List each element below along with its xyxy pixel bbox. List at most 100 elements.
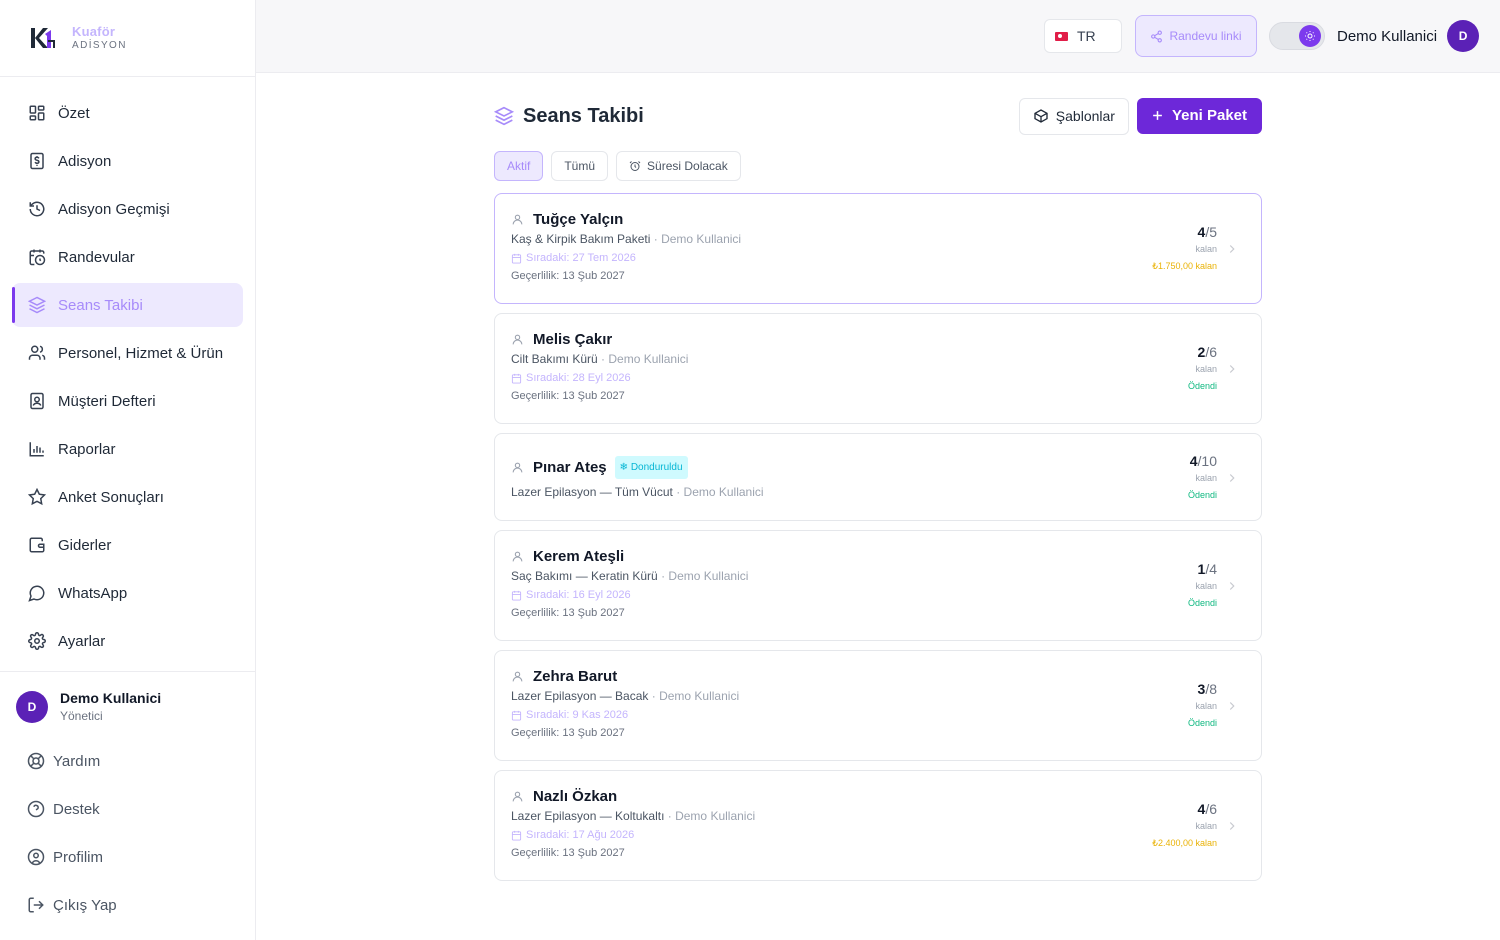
package-list: Tuğçe Yalçın Kaş & Kirpik Bakım Paketi ·… (494, 193, 1262, 881)
sidebar-item-destek[interactable]: Destek (0, 785, 255, 833)
sidebar-item-label: Raporlar (58, 440, 116, 458)
frozen-badge: ❄ Donduruldu (614, 456, 688, 479)
package-name: Lazer Epilasyon — Tüm Vücut (511, 485, 673, 499)
top-user-menu[interactable]: Demo Kullanici D (1337, 20, 1480, 52)
payment-status: Ödendi (1187, 490, 1217, 500)
topbar: TR Randevu linki Demo Kullanici D (256, 0, 1500, 73)
share-icon (1150, 30, 1163, 43)
sessions-remaining: 4 (1189, 453, 1198, 469)
filter-label: Süresi Dolacak (647, 159, 728, 173)
chevron-right-icon (1225, 699, 1239, 713)
sidebar-item-label: Adisyon Geçmişi (58, 200, 170, 218)
sidebar-item-cikis[interactable]: Çıkış Yap (0, 881, 255, 929)
next-session: Sıradaki: 28 Eyl 2026 (526, 372, 631, 384)
user-icon (511, 670, 524, 683)
language-selector[interactable]: TR (1044, 19, 1122, 53)
sidebar-user[interactable]: D Demo Kullanici Yönetici (0, 672, 255, 723)
history-icon (28, 200, 46, 218)
page-title: Seans Takibi (494, 105, 644, 128)
brand[interactable]: Kuaför ADİSYON (0, 0, 255, 77)
sidebar-item-raporlar[interactable]: Raporlar (12, 427, 243, 471)
theme-toggle[interactable] (1269, 22, 1325, 50)
staff-name: Demo Kullanici (683, 485, 764, 499)
sidebar-item-label: Adisyon (58, 152, 112, 170)
package-card[interactable]: Pınar Ateş ❄ Donduruldu Lazer Epilasyon … (494, 433, 1262, 521)
staff-name: Demo Kullanici (675, 809, 756, 823)
customer-name: Nazlı Özkan (533, 788, 618, 805)
sessions-total: /5 (1205, 224, 1217, 240)
new-package-button[interactable]: Yeni Paket (1136, 97, 1262, 134)
sidebar-item-randevular[interactable]: Randevular (12, 235, 243, 279)
sidebar-item-whatsapp[interactable]: WhatsApp (12, 571, 243, 615)
sidebar-item-label: Seans Takibi (58, 296, 143, 314)
sidebar-item-ozet[interactable]: Özet (12, 91, 243, 135)
appointment-link-button[interactable]: Randevu linki (1135, 15, 1257, 57)
sidebar: Kuaför ADİSYON Özet Adisyon Adisyon Geçm… (0, 0, 256, 940)
remaining-label: kalan (1195, 821, 1217, 831)
package-card[interactable]: Kerem Ateşli Saç Bakımı — Keratin Kürü ·… (494, 530, 1262, 641)
sidebar-item-ayarlar[interactable]: Ayarlar (12, 619, 243, 663)
next-session: Sıradaki: 9 Kas 2026 (526, 709, 629, 721)
appointment-link-label: Randevu linki (1169, 29, 1242, 43)
sessions-total: /6 (1205, 801, 1217, 817)
customer-name: Zehra Barut (533, 668, 618, 685)
payment-status: Ödendi (1187, 381, 1217, 391)
sidebar-item-label: WhatsApp (58, 584, 128, 602)
sidebar-item-profilim[interactable]: Profilim (0, 833, 255, 881)
sidebar-item-musteri-defteri[interactable]: Müşteri Defteri (12, 379, 243, 423)
sessions-total: /6 (1205, 344, 1217, 360)
sidebar-item-label: Ayarlar (58, 632, 106, 650)
wallet-icon (28, 536, 46, 554)
users-icon (28, 344, 46, 362)
user-role: Yönetici (60, 709, 103, 723)
package-card[interactable]: Nazlı Özkan Lazer Epilasyon — Koltukaltı… (494, 770, 1262, 881)
package-card[interactable]: Zehra Barut Lazer Epilasyon — Bacak · De… (494, 650, 1262, 761)
sidebar-item-yardim[interactable]: Yardım (0, 737, 255, 785)
page-header: Seans Takibi Şablonlar Yeni Paket (494, 97, 1262, 135)
sidebar-item-adisyon-gecmisi[interactable]: Adisyon Geçmişi (12, 187, 243, 231)
sidebar-item-anket-sonuclari[interactable]: Anket Sonuçları (12, 475, 243, 519)
filter-suresi-dolacak[interactable]: Süresi Dolacak (616, 151, 741, 181)
sidebar-item-personel[interactable]: Personel, Hizmet & Ürün (12, 331, 243, 375)
filter-tumu[interactable]: Tümü (551, 151, 609, 181)
session-count: 4/10 (1188, 453, 1217, 470)
package-name: Lazer Epilasyon — Koltukaltı (511, 809, 665, 823)
staff-name: Demo Kullanici (659, 689, 740, 703)
filter-aktif[interactable]: Aktif (494, 151, 544, 181)
chevron-right-icon (1225, 471, 1239, 485)
new-package-label: Yeni Paket (1171, 107, 1247, 124)
remaining-label: kalan (1195, 244, 1217, 254)
sessions-total: /10 (1197, 453, 1217, 469)
sidebar-item-label: Özet (58, 104, 90, 122)
calendar-icon (511, 830, 522, 841)
package-name: Kaş & Kirpik Bakım Paketi (511, 232, 651, 246)
validity: Geçerlilik: 13 Şub 2027 (511, 270, 625, 282)
payment-status: Ödendi (1187, 718, 1217, 728)
customer-name: Pınar Ateş (533, 459, 607, 476)
package-card[interactable]: Tuğçe Yalçın Kaş & Kirpik Bakım Paketi ·… (494, 193, 1262, 304)
sidebar-item-giderler[interactable]: Giderler (12, 523, 243, 567)
layers-icon (494, 106, 514, 126)
session-count: 3/8 (1188, 681, 1217, 698)
package-card[interactable]: Melis Çakır Cilt Bakımı Kürü · Demo Kull… (494, 313, 1262, 424)
remaining-label: kalan (1195, 581, 1217, 591)
staff-name: Demo Kullanici (661, 232, 742, 246)
calendar-icon (511, 710, 522, 721)
sidebar-item-label: Randevular (58, 248, 135, 266)
staff-name: Demo Kullanici (668, 569, 749, 583)
snowflake-icon: ❄ (619, 462, 629, 473)
sun-icon (1299, 25, 1321, 47)
templates-button[interactable]: Şablonlar (1018, 97, 1129, 135)
chevron-right-icon (1225, 242, 1239, 256)
package-name: Saç Bakımı — Keratin Kürü (511, 569, 658, 583)
validity: Geçerlilik: 13 Şub 2027 (511, 607, 625, 619)
remaining-label: kalan (1195, 701, 1217, 711)
session-count: 4/5 (1152, 224, 1217, 241)
sidebar-item-seans-takibi[interactable]: Seans Takibi (12, 283, 243, 327)
filter-label: Tümü (564, 159, 596, 173)
session-count: 1/4 (1188, 561, 1217, 578)
sidebar-item-adisyon[interactable]: Adisyon (12, 139, 243, 183)
next-session: Sıradaki: 16 Eyl 2026 (526, 589, 631, 601)
contact-book-icon (28, 392, 46, 410)
chevron-right-icon (1225, 819, 1239, 833)
